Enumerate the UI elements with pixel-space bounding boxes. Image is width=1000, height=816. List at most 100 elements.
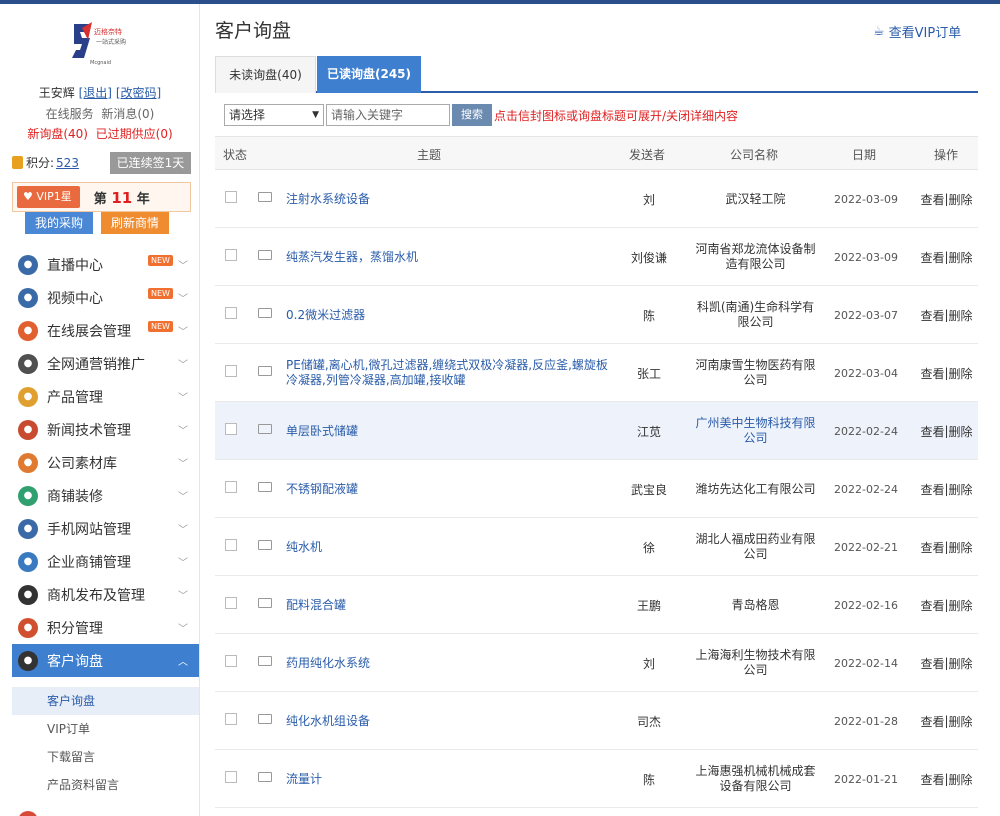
row-checkbox[interactable]	[225, 655, 237, 667]
change-password-link[interactable]: [改密码]	[116, 86, 161, 100]
row-checkbox[interactable]	[225, 481, 237, 493]
envelope-icon[interactable]	[258, 250, 272, 260]
category-select[interactable]: 请选择 ▼	[224, 104, 324, 126]
new-inquiry-link[interactable]: 新询盘(40)	[27, 127, 88, 141]
sidebar-item-video[interactable]: ● 视频中心 NEW ﹀	[12, 281, 199, 314]
search-button[interactable]: 搜索	[452, 104, 492, 126]
delete-link[interactable]: 删除	[949, 713, 973, 730]
submenu-item-inquiry[interactable]: 客户询盘	[12, 687, 199, 715]
delete-link[interactable]: 删除	[949, 539, 973, 556]
inquiry-subject-link[interactable]: 单层卧式储罐	[286, 402, 611, 460]
inquiry-subject-link[interactable]: 0.2微米过滤器	[286, 286, 611, 344]
submenu-item-product-message[interactable]: 产品资料留言	[12, 771, 199, 799]
vip-order-link[interactable]: ☕ 查看VIP订单	[873, 22, 961, 41]
inquiry-subject-link[interactable]: PE储罐,离心机,微孔过滤器,缠绕式双极冷凝器,反应釜,螺旋板冷凝器,列管冷凝器…	[286, 344, 611, 402]
delete-link[interactable]: 删除	[949, 423, 973, 440]
inquiry-subject-link[interactable]: 注射水系统设备	[286, 170, 611, 228]
tab-read[interactable]: 已读询盘(245)	[317, 56, 421, 93]
view-link[interactable]: 查看	[920, 481, 944, 498]
points-label: 积分:	[26, 156, 55, 170]
submenu-item-vip-order[interactable]: VIP订单	[12, 715, 199, 743]
row-checkbox[interactable]	[225, 249, 237, 261]
inquiry-subject-link[interactable]: 配料混合罐	[286, 576, 611, 634]
sender-name: 江苋	[636, 424, 661, 439]
inquiry-subject-link[interactable]: 流量计	[286, 750, 611, 808]
delete-link[interactable]: 删除	[949, 249, 973, 266]
row-checkbox[interactable]	[225, 539, 237, 551]
view-link[interactable]: 查看	[920, 249, 944, 266]
chevron-down-icon: ﹀	[178, 426, 188, 437]
inquiry-subject-link[interactable]: 纯化水机组设备	[286, 692, 611, 750]
online-service-link[interactable]: 在线服务	[46, 107, 94, 121]
row-checkbox[interactable]	[225, 771, 237, 783]
inquiry-subject-link[interactable]: 不锈钢配液罐	[286, 460, 611, 518]
envelope-icon[interactable]	[258, 366, 272, 376]
envelope-icon[interactable]	[258, 540, 272, 550]
sidebar-item-news[interactable]: ● 新闻技术管理 ﹀	[12, 413, 199, 446]
view-link[interactable]: 查看	[920, 423, 944, 440]
keyword-input[interactable]: 请输入关键字	[326, 104, 450, 126]
points-value-link[interactable]: 523	[56, 156, 79, 170]
submenu-item-download-message[interactable]: 下载留言	[12, 743, 199, 771]
inquiry-subject-link[interactable]: 药用纯化水系统	[286, 634, 611, 692]
view-link[interactable]: 查看	[920, 307, 944, 324]
sidebar-item-live[interactable]: ● 直播中心 NEW ﹀	[12, 248, 199, 281]
inquiry-subject-link[interactable]: 纯水机	[286, 518, 611, 576]
live-icon: ●	[18, 254, 38, 275]
view-link[interactable]: 查看	[920, 713, 944, 730]
delete-link[interactable]: 删除	[949, 307, 973, 324]
envelope-icon[interactable]	[258, 308, 272, 318]
delete-link[interactable]: 删除	[949, 481, 973, 498]
table-row: 0.2微米过滤器 陈 科凯(南通)生命科学有限公司 2022-03-07 查看 | 删除	[215, 286, 978, 344]
envelope-icon[interactable]	[258, 482, 272, 492]
view-link[interactable]: 查看	[920, 539, 944, 556]
view-link[interactable]: 查看	[920, 191, 944, 208]
delete-link[interactable]: 删除	[949, 655, 973, 672]
sidebar-item-shop[interactable]: ● 企业商铺管理 ﹀	[12, 545, 199, 578]
table-row: 注射水系统设备 刘 武汉轻工院 2022-03-09 查看 | 删除	[215, 170, 978, 228]
sidebar-item-brush[interactable]: ● 商铺装修 ﹀	[12, 479, 199, 512]
envelope-icon[interactable]	[258, 656, 272, 666]
row-checkbox[interactable]	[225, 423, 237, 435]
new-message-link[interactable]: 新消息(0)	[101, 107, 154, 121]
row-actions: 查看 | 删除	[915, 750, 978, 808]
service-line: 在线服务 新消息(0)	[0, 105, 199, 122]
delete-link[interactable]: 删除	[949, 597, 973, 614]
sidebar-item-biz[interactable]: ● 商机发布及管理 ﹀	[12, 578, 199, 611]
sidebar-item-promo[interactable]: ● 全网通营销推广 ﹀	[12, 347, 199, 380]
envelope-icon[interactable]	[258, 424, 272, 434]
sidebar-item-phone[interactable]: ● 手机网站管理 ﹀	[12, 512, 199, 545]
view-link[interactable]: 查看	[920, 655, 944, 672]
signin-status-button[interactable]: 已连续签1天	[110, 152, 191, 174]
row-checkbox[interactable]	[225, 365, 237, 377]
envelope-icon[interactable]	[258, 772, 272, 782]
logout-link[interactable]: [退出]	[79, 86, 112, 100]
next-menu-icon[interactable]	[18, 811, 38, 816]
view-link[interactable]: 查看	[920, 365, 944, 382]
expired-supply-link[interactable]: 已过期供应(0)	[96, 127, 173, 141]
sidebar-item-label: 商铺装修	[47, 488, 103, 505]
sidebar-item-camera[interactable]: ● 公司素材库 ﹀	[12, 446, 199, 479]
sidebar-item-inquiry[interactable]: ● 客户询盘 ︿	[12, 644, 199, 677]
envelope-icon[interactable]	[258, 598, 272, 608]
delete-link[interactable]: 删除	[949, 365, 973, 382]
envelope-icon[interactable]	[258, 714, 272, 724]
view-link[interactable]: 查看	[920, 771, 944, 788]
sidebar-item-label: 视频中心	[47, 290, 103, 307]
row-checkbox[interactable]	[225, 597, 237, 609]
sidebar-item-basket[interactable]: ● 产品管理 ﹀	[12, 380, 199, 413]
row-checkbox[interactable]	[225, 191, 237, 203]
inquiry-subject-link[interactable]: 纯蒸汽发生器，蒸馏水机	[286, 228, 611, 286]
envelope-icon[interactable]	[258, 192, 272, 202]
refresh-biz-button[interactable]: 刷新商情	[101, 212, 169, 234]
row-checkbox[interactable]	[225, 713, 237, 725]
row-checkbox[interactable]	[225, 307, 237, 319]
sidebar-item-points[interactable]: ● 积分管理 ﹀	[12, 611, 199, 644]
sidebar-item-expo[interactable]: ● 在线展会管理 NEW ﹀	[12, 314, 199, 347]
delete-link[interactable]: 删除	[949, 191, 973, 208]
delete-link[interactable]: 删除	[949, 771, 973, 788]
my-purchase-button[interactable]: 我的采购	[25, 212, 93, 234]
tab-unread[interactable]: 未读询盘(40)	[215, 56, 316, 93]
view-link[interactable]: 查看	[920, 597, 944, 614]
col-ops: 操作	[934, 148, 959, 162]
